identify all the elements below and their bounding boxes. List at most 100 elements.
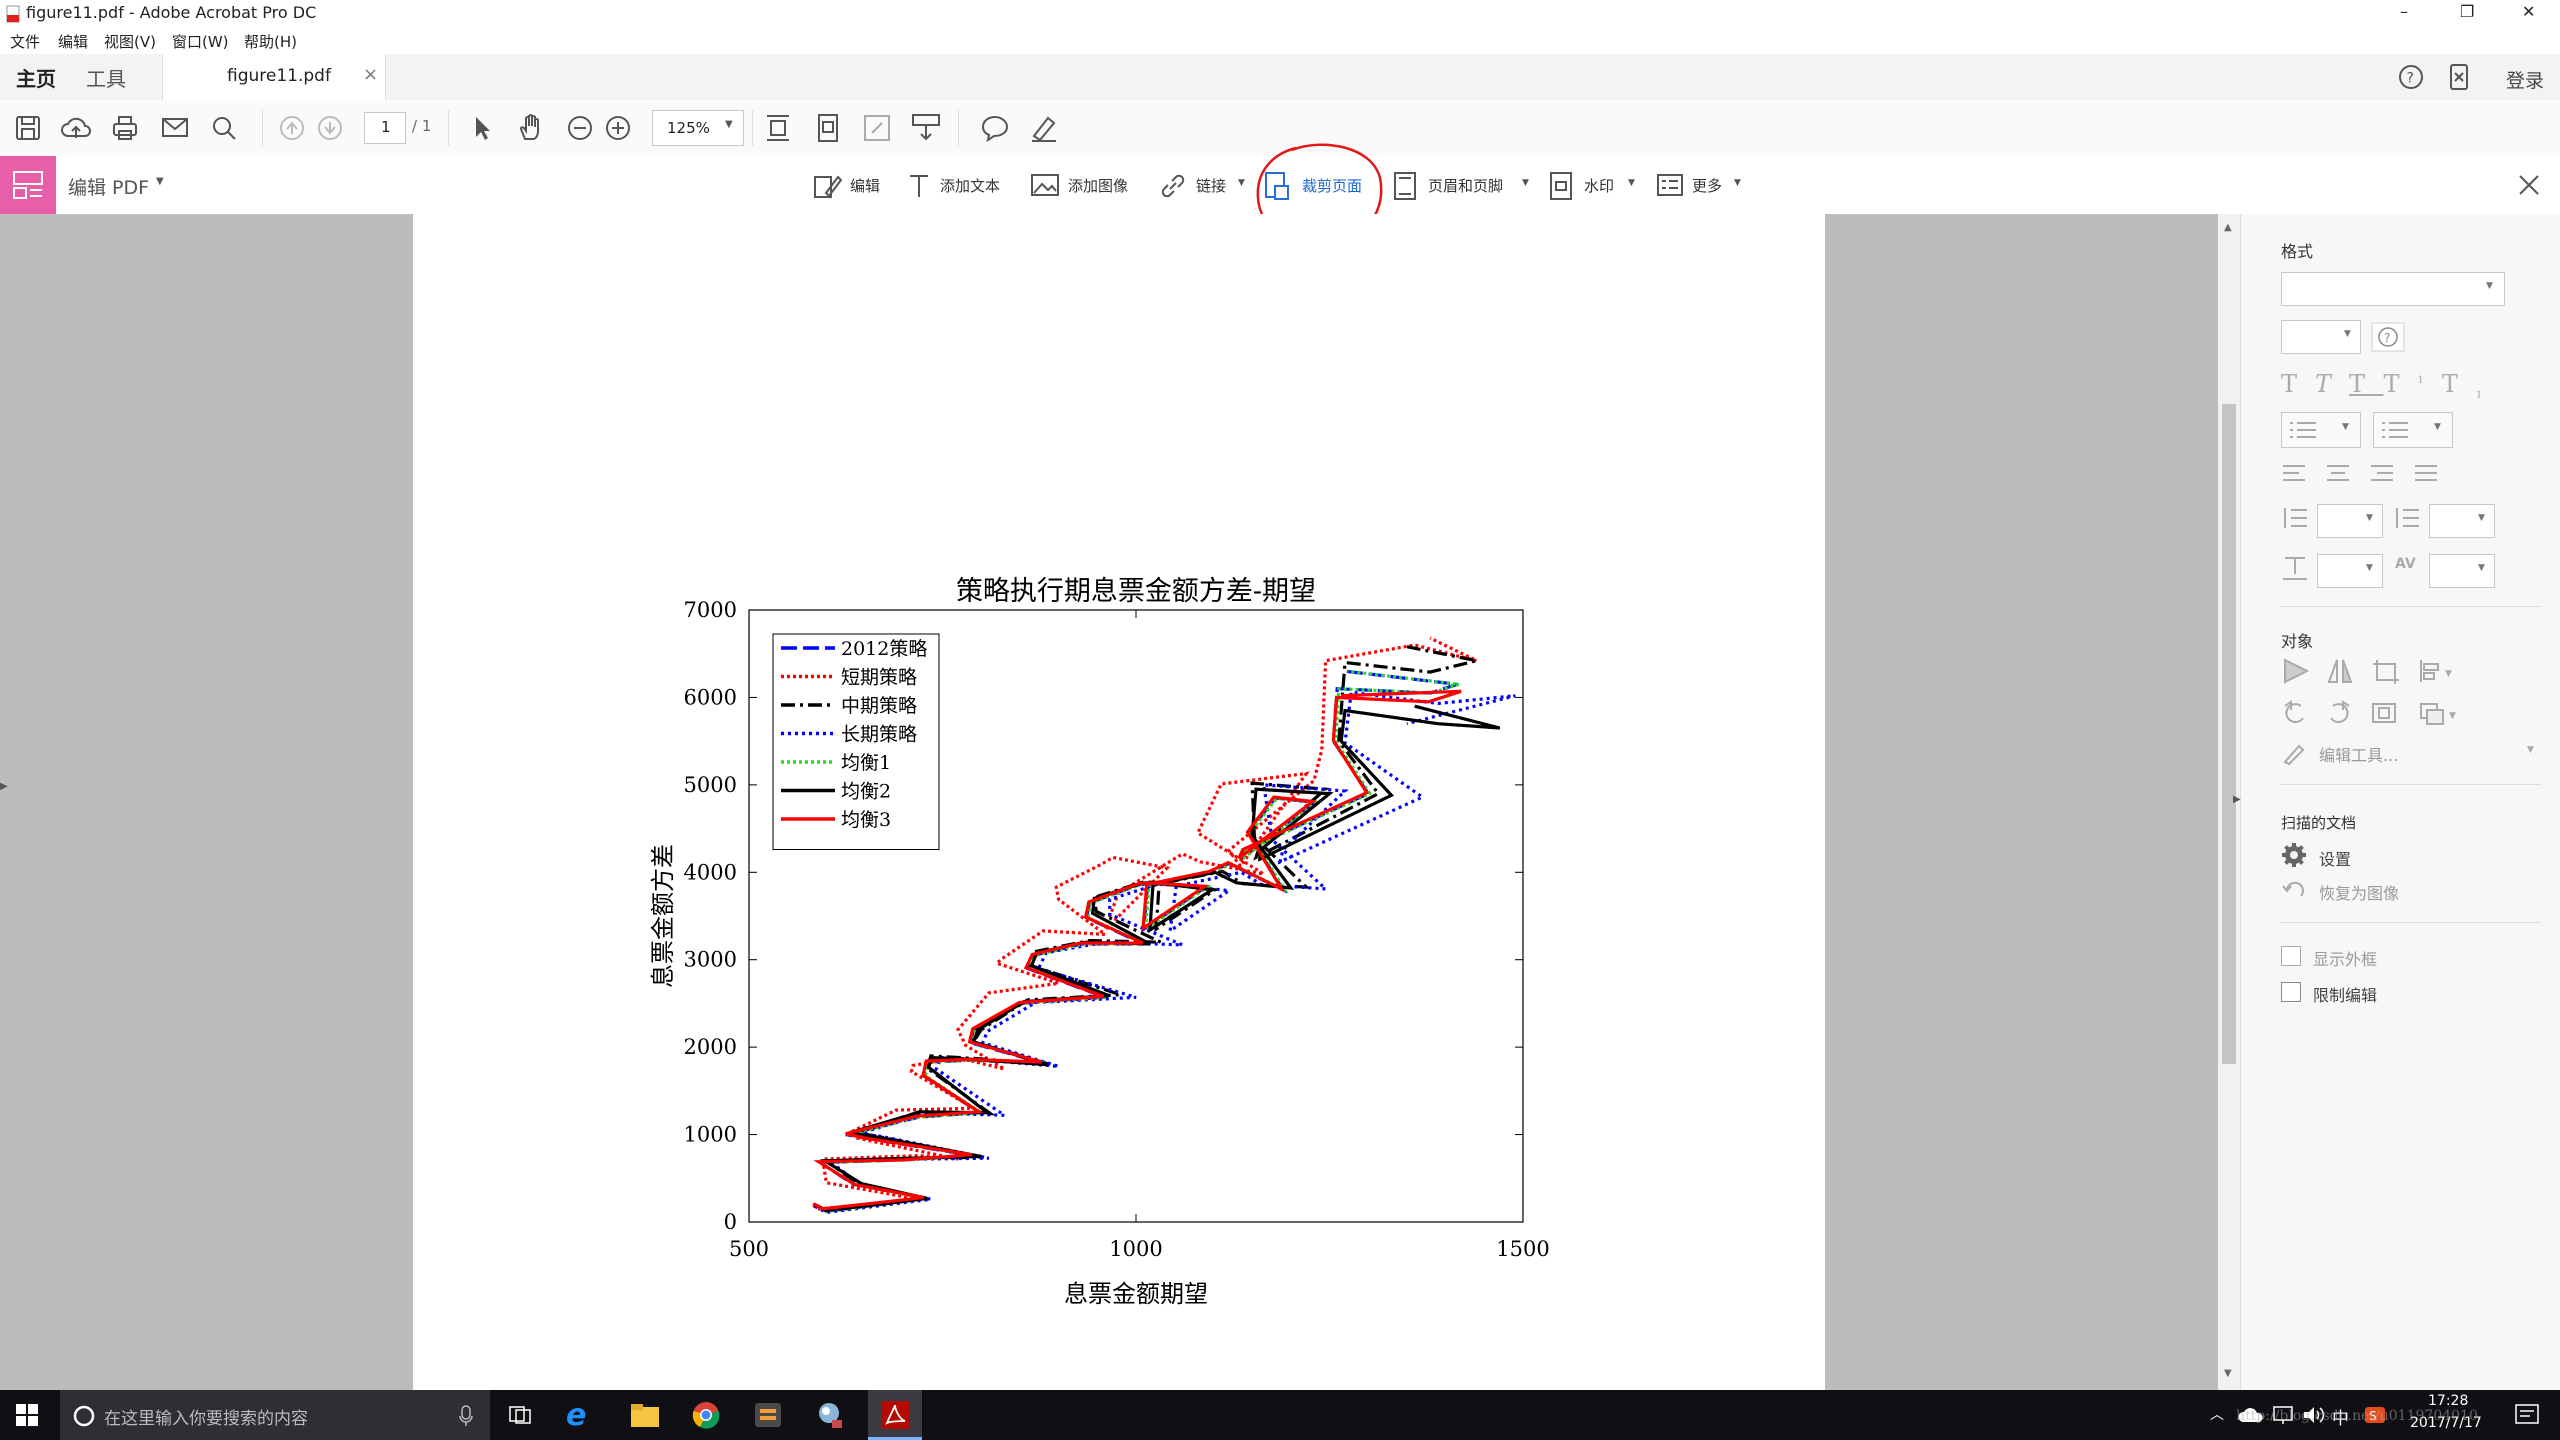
- zoom-in-icon[interactable]: [604, 114, 632, 142]
- help-icon[interactable]: ?: [2398, 64, 2424, 90]
- taskbar-search-box[interactable]: 在这里输入你要搜索的内容: [60, 1390, 490, 1440]
- settings-link[interactable]: 设置: [2319, 846, 2351, 870]
- minimize-button[interactable]: –: [2400, 2, 2408, 21]
- image-icon: [1031, 174, 1059, 196]
- chevron-down-icon[interactable]: ▼: [1628, 178, 1635, 188]
- acrobat-file-icon: [6, 5, 20, 23]
- full-screen-icon[interactable]: [862, 113, 892, 143]
- text-style-icons[interactable]: TTTT1T1: [2281, 370, 2500, 401]
- font-size-select[interactable]: ▼: [2281, 320, 2361, 354]
- search-icon[interactable]: [210, 114, 238, 142]
- edit-pdf-label[interactable]: 编辑 PDF: [68, 173, 149, 200]
- edge-browser-icon[interactable]: e: [566, 1398, 586, 1433]
- tab-close-icon[interactable]: ×: [363, 64, 378, 85]
- watermark-button[interactable]: 水印: [1584, 175, 1614, 196]
- link-button[interactable]: 链接: [1196, 175, 1226, 196]
- tab-document[interactable]: figure11.pdf ×: [162, 54, 386, 100]
- add-text-button[interactable]: 添加文本: [940, 175, 1000, 196]
- cloud-upload-icon[interactable]: [60, 114, 92, 142]
- edit-tool-pen-icon: [2283, 744, 2305, 766]
- scroll-mode-icon[interactable]: [910, 112, 942, 142]
- numbered-list-select[interactable]: ▼: [2373, 412, 2453, 448]
- chrome-icon[interactable]: [692, 1401, 720, 1429]
- page-number-input[interactable]: 1: [364, 112, 406, 144]
- email-icon[interactable]: [160, 115, 190, 141]
- window-title: figure11.pdf - Adobe Acrobat Pro DC: [26, 3, 317, 22]
- menu-help[interactable]: 帮助(H): [244, 31, 297, 52]
- microphone-icon[interactable]: [458, 1404, 474, 1428]
- edit-button[interactable]: 编辑: [850, 175, 880, 196]
- font-family-select[interactable]: ▼: [2281, 272, 2505, 306]
- menu-view[interactable]: 视图(V): [104, 31, 156, 52]
- more-button[interactable]: 更多: [1692, 175, 1722, 196]
- zoom-select[interactable]: 125% ▼: [652, 110, 744, 146]
- login-link[interactable]: 登录: [2506, 66, 2544, 93]
- page-display-icon[interactable]: [814, 112, 842, 144]
- file-explorer-icon[interactable]: [630, 1402, 660, 1428]
- hand-tool-icon[interactable]: [516, 113, 546, 143]
- chevron-down-icon[interactable]: ▼: [1238, 178, 1245, 188]
- restrict-edit-label: 限制编辑: [2313, 986, 2378, 1005]
- chevron-down-icon[interactable]: ▼: [156, 176, 164, 187]
- fit-page-icon[interactable]: [764, 112, 792, 144]
- previous-page-icon[interactable]: [278, 114, 306, 142]
- menu-file[interactable]: 文件: [10, 31, 40, 52]
- restore-image-link[interactable]: 恢复为图像: [2319, 880, 2399, 904]
- task-view-icon[interactable]: [508, 1405, 532, 1425]
- next-page-icon[interactable]: [316, 114, 344, 142]
- scroll-down-arrow[interactable]: ▼: [2224, 1368, 2232, 1379]
- add-image-button[interactable]: 添加图像: [1068, 175, 1128, 196]
- link-icon: [1161, 174, 1185, 198]
- bullet-list-select[interactable]: ▼: [2281, 412, 2361, 448]
- save-icon[interactable]: [14, 114, 42, 142]
- zoom-out-icon[interactable]: [566, 114, 594, 142]
- close-icon[interactable]: [2516, 172, 2542, 198]
- scroll-up-arrow[interactable]: ▲: [2224, 222, 2232, 233]
- header-footer-button[interactable]: 页眉和页脚: [1428, 175, 1503, 196]
- tray-chevron-up-icon[interactable]: ︿: [2210, 1404, 2224, 1424]
- object-tools-row2[interactable]: ▼: [2281, 698, 2481, 728]
- restore-button[interactable]: ❐: [2460, 2, 2474, 21]
- chevron-down-icon[interactable]: ▼: [2527, 745, 2534, 755]
- font-color-icon[interactable]: ?: [2371, 322, 2405, 352]
- tab-tools[interactable]: 工具: [86, 63, 126, 92]
- toolbar-divider: [262, 110, 263, 146]
- restrict-edit-checkbox[interactable]: [2281, 982, 2301, 1002]
- sublime-text-icon[interactable]: [754, 1402, 782, 1428]
- acrobat-taskbar-button[interactable]: [868, 1390, 922, 1440]
- align-icons[interactable]: [2281, 462, 2481, 488]
- svg-text:▼: ▼: [2445, 669, 2452, 679]
- toolbar-divider: [448, 110, 449, 146]
- x-axis-label: 息票金额期望: [1064, 1280, 1208, 1308]
- mobile-link-icon[interactable]: [2448, 63, 2470, 91]
- comment-icon[interactable]: [980, 113, 1010, 143]
- pdf-page[interactable]: 500 1000 1500 0 1000 2000 3000 4000 5000 6000 7000…: [413, 214, 1825, 1390]
- tab-document-label: figure11.pdf: [227, 66, 331, 86]
- notification-icon[interactable]: [2514, 1403, 2540, 1427]
- close-window-button[interactable]: ✕: [2522, 2, 2535, 21]
- highlight-pen-icon[interactable]: [1028, 112, 1060, 144]
- char-spacing-select[interactable]: ▼: [2429, 554, 2495, 588]
- tab-home[interactable]: 主页: [16, 63, 56, 92]
- paragraph-spacing-select[interactable]: ▼: [2429, 504, 2495, 538]
- chevron-down-icon[interactable]: ▼: [1522, 178, 1529, 188]
- chevron-down-icon[interactable]: ▼: [1734, 178, 1741, 188]
- chevron-down-icon: ▼: [725, 119, 733, 130]
- show-box-checkbox[interactable]: [2281, 946, 2301, 966]
- line-spacing-select[interactable]: ▼: [2317, 504, 2383, 538]
- object-tools-row1[interactable]: ▼: [2281, 656, 2481, 686]
- windows-start-icon[interactable]: [16, 1404, 38, 1426]
- left-panel-toggle[interactable]: ▶: [0, 774, 12, 804]
- menu-edit[interactable]: 编辑: [58, 31, 88, 52]
- edit-tool-label[interactable]: 编辑工具...: [2319, 742, 2398, 766]
- menu-window[interactable]: 窗口(W): [172, 31, 229, 52]
- select-cursor-icon[interactable]: [470, 114, 494, 142]
- chart-title: 策略执行期息票金额方差-期望: [956, 576, 1316, 607]
- char-scale-select[interactable]: ▼: [2317, 554, 2383, 588]
- edit-pdf-tool-icon[interactable]: [0, 156, 56, 214]
- scrollbar-thumb[interactable]: [2222, 404, 2236, 1064]
- right-panel-toggle[interactable]: ▶: [2233, 794, 2241, 805]
- app-icon[interactable]: [814, 1400, 844, 1430]
- clock-time[interactable]: 17:28: [2428, 1393, 2468, 1409]
- print-icon[interactable]: [110, 114, 140, 142]
